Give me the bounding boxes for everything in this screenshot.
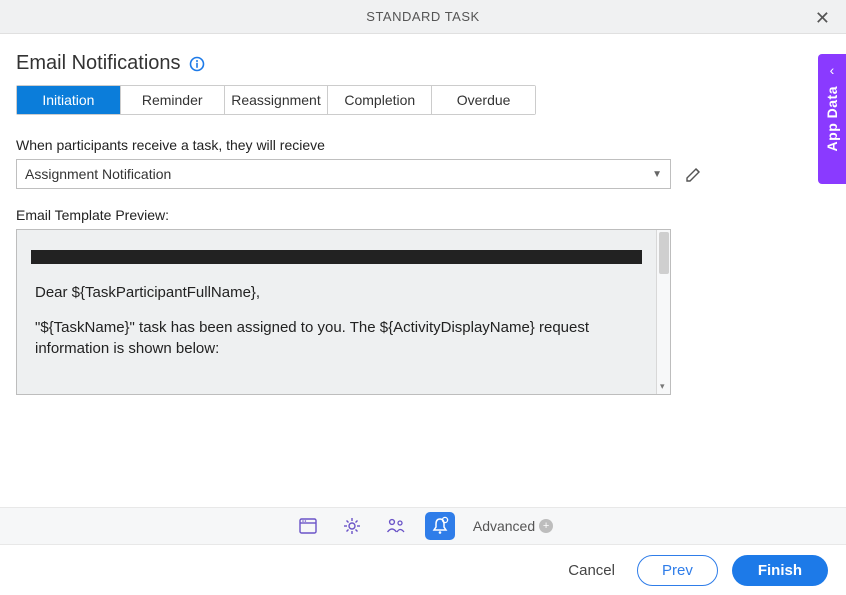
preview-text: Dear ${TaskParticipantFullName}, "${Task… [17,282,656,359]
advanced-label: Advanced [473,518,535,534]
preview-label: Email Template Preview: [16,207,830,223]
receive-row: Assignment Notification ▼ [16,159,830,189]
step-form-icon[interactable] [293,512,323,540]
page-title: Email Notifications [16,52,181,75]
tab-completion[interactable]: Completion [328,86,432,114]
content-area: Email Notifications Initiation Reminder … [0,34,846,395]
step-gear-icon[interactable] [337,512,367,540]
cancel-button[interactable]: Cancel [560,556,623,585]
preview-content: Dear ${TaskParticipantFullName}, "${Task… [17,230,656,394]
modal-title: STANDARD TASK [366,9,479,24]
prev-button[interactable]: Prev [637,555,718,586]
scroll-down-icon[interactable]: ▾ [660,381,665,392]
app-data-label: App Data [824,86,840,151]
tab-reminder[interactable]: Reminder [121,86,225,114]
email-preview: Dear ${TaskParticipantFullName}, "${Task… [16,229,671,395]
subtab-bar: Initiation Reminder Reassignment Complet… [16,85,536,115]
finish-button[interactable]: Finish [732,555,828,586]
chevron-left-icon: ‹ [830,62,835,78]
scroll-thumb[interactable] [659,232,669,274]
edit-icon[interactable] [681,161,707,187]
preview-body: "${TaskName}" task has been assigned to … [35,317,638,359]
notification-select[interactable]: Assignment Notification ▼ [16,159,671,189]
step-icon-bar: Advanced + [0,507,846,545]
notification-select-value: Assignment Notification [25,166,171,182]
step-people-icon[interactable] [381,512,411,540]
tab-reassignment[interactable]: Reassignment [225,86,329,114]
preview-header-bar [31,250,642,264]
modal-header: STANDARD TASK ✕ [0,0,846,34]
footer: Cancel Prev Finish [0,545,846,595]
info-icon[interactable] [189,56,205,72]
preview-scrollbar[interactable]: ▾ [656,230,670,394]
plus-circle-icon: + [539,519,553,533]
step-notification-icon[interactable] [425,512,455,540]
close-icon[interactable]: ✕ [809,6,836,31]
tab-overdue[interactable]: Overdue [432,86,535,114]
tab-initiation[interactable]: Initiation [17,86,121,114]
chevron-down-icon: ▼ [652,169,662,180]
preview-greeting: Dear ${TaskParticipantFullName}, [35,282,638,303]
advanced-toggle[interactable]: Advanced + [473,518,553,534]
receive-label: When participants receive a task, they w… [16,137,830,153]
app-data-panel-toggle[interactable]: ‹ App Data [818,54,846,184]
page-title-row: Email Notifications [16,52,830,75]
